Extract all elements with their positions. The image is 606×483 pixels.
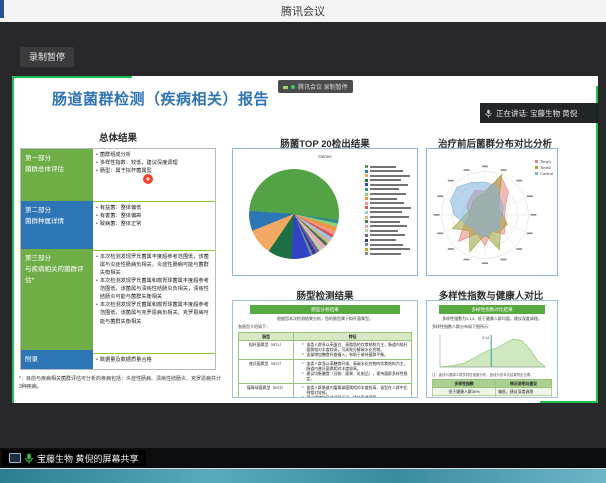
- pie-legend-item: [365, 248, 411, 251]
- toc-item: 第三部分与疾病相关的菌群评估*: [21, 249, 93, 350]
- window-titlebar: 腾讯会议: [0, 0, 606, 23]
- recording-paused-badge[interactable]: 录制暂停: [20, 47, 74, 67]
- bullet-group: 本次检测发现罗氏菌属丰度超参考范围低，该菌属与炎症性肠病负相关，炎症性肠病可能与…: [93, 251, 215, 354]
- pie-legend-item: [365, 165, 411, 168]
- bullet-group: 菌群组成分析多样性指数：较低，建议深度调理肠型：属于拟杆菌属型: [93, 149, 215, 202]
- diversity-col-index: 多样性指数: [433, 379, 496, 387]
- desktop-wallpaper-strip: [0, 468, 606, 483]
- pie-legend-item: [365, 234, 411, 237]
- pie-legend-item: [365, 211, 411, 214]
- screenshot-root: 腾讯会议 录制暂停 肠道菌群检测（疾病相关）报告 总体结果 第一部分菌群总体评估…: [0, 0, 606, 483]
- diversity-density-chart: 3.14: [432, 331, 552, 371]
- microphone-icon: [485, 109, 492, 118]
- screen-share-icon: [9, 453, 21, 463]
- speaking-indicator: 正在讲话: 宝藤生物 黄倪: [480, 103, 598, 123]
- overview-footnote: *：目前与疾病相关菌群评估可分析的疾病包括：炎症性肠病、溃疡性结肠炎、克罗恩病共…: [19, 376, 221, 391]
- radar-legend-item: Control: [535, 171, 553, 176]
- enterotype-subline: 各肠型介绍如下：: [238, 324, 412, 330]
- floating-mini-toolbar[interactable]: 腾讯会议 录制暂停: [278, 80, 353, 93]
- signal-icon: [283, 84, 288, 89]
- window-title: 腾讯会议: [0, 3, 606, 19]
- diversity-row: 低于健康人群30%偏低，建议深度调理: [433, 387, 552, 395]
- pie-legend-item: [365, 202, 411, 205]
- bullet-group: 有益菌：整体偏低有害菌：整体偏高致病菌：整体正常: [93, 202, 215, 251]
- enterotype-table: 肠型 特征 拟杆菌属型（BT1）该类人群多以高蛋白、高脂肪的饮食结构为主，肠道内…: [238, 332, 412, 398]
- overview-panel: 第一部分菌群总体评估第二部分菌群种属详情第三部分与疾病相关的菌群评估*附录 菌群…: [20, 148, 216, 370]
- share-border-top: [12, 76, 132, 78]
- enterotype-row: 普氏菌属型（BT2）该类人群多以高膳食纤维、高碳水化合物的饮食结构为主，肠道内普…: [239, 359, 412, 383]
- enterotype-row: 拟杆菌属型（BT1）该类人群多以高蛋白、高脂肪的饮食结构为主，肠道内拟杆菌属相对…: [239, 340, 412, 359]
- toc-item: 第二部分菌群种属详情: [21, 201, 93, 249]
- shared-slide: 肠道菌群检测（疾病相关）报告 总体结果 第一部分菌群总体评估第二部分菌群种属详情…: [12, 76, 598, 403]
- bullet-item: 有益菌：整体偏低: [96, 204, 212, 212]
- bullet-group: 数据量及数据质量合格: [93, 354, 215, 369]
- pie-legend-item: [365, 174, 411, 177]
- enterotype-row: 瘤胃球菌属型（BT3）该类人群肠道内瘤胃球菌属相对丰度较高，该型在人群中比例相对…: [239, 383, 412, 398]
- overview-heading: 总体结果: [20, 130, 216, 144]
- pie-chart-box: Genus: [232, 148, 418, 276]
- speaking-label: 正在讲话: 宝藤生物 黄倪: [496, 108, 577, 119]
- diversity-row: 处于健康人群30%-70%基本适中范围: [433, 396, 552, 398]
- enterotype-box: 肠型分析结果 根据您本次检测结果分析，您的肠型属于拟杆菌属型。 各肠型介绍如下：…: [232, 300, 418, 398]
- pie-legend-item: [365, 229, 411, 232]
- bullet-item: 致病菌：整体正常: [96, 220, 212, 228]
- microphone-active-icon: [25, 453, 33, 464]
- bullet-item: 有害菌：整体偏高: [96, 212, 212, 220]
- radar-legend-item: Time2: [535, 165, 553, 170]
- pie-legend-item: [365, 252, 411, 255]
- radar-legend-item: Time1: [535, 159, 553, 164]
- diversity-col-advice: 情况说明与建议: [496, 379, 552, 387]
- bullet-item: 本次检测发现罗氏菌属和瘤胃球菌属丰度超参考范围低，该菌属与克罗恩病负相关，克罗恩…: [96, 301, 212, 325]
- enterotype-intro: 根据您本次检测结果分析，您的肠型属于拟杆菌属型。: [239, 316, 411, 322]
- radar-legend: Time1Time2Control: [535, 159, 553, 176]
- share-status-bar: 宝藤生物 黄倪的屏幕共享: [0, 448, 606, 468]
- pie-legend-item: [365, 220, 411, 223]
- toc-column: 第一部分菌群总体评估第二部分菌群种属详情第三部分与疾病相关的菌群评估*附录: [21, 149, 93, 369]
- mini-toolbar-label: 腾讯会议 录制暂停: [298, 82, 348, 91]
- enterotype-col-features: 特征: [294, 332, 412, 340]
- pie-legend-item: [365, 206, 411, 209]
- enterotype-col-type: 肠型: [239, 332, 294, 340]
- enterotype-header-bar: 肠型分析结果: [250, 305, 401, 314]
- pie-legend-item: [365, 183, 411, 186]
- pie-legend-item: [365, 239, 411, 242]
- radar-chart-box: Time1Time2Control: [426, 148, 558, 276]
- share-border-right: [596, 86, 598, 403]
- overview-bullets: 菌群组成分析多样性指数：较低，建议深度调理肠型：属于拟杆菌属型有益菌：整体偏低有…: [93, 149, 215, 369]
- pie-chart: [249, 169, 339, 259]
- bullet-item: 数据量及数据质量合格: [96, 356, 212, 364]
- bullet-item: 本次检测发现罗氏菌属丰度超参考范围低，该菌属与炎症性肠病负相关，炎症性肠病可能与…: [96, 253, 212, 277]
- bullet-item: 本次检测发现罗氏菌属和瘤胃球菌属丰度超参考范围低，该菌属与溃疡性结肠炎负相关，溃…: [96, 277, 212, 301]
- diversity-header-bar: 多样性指数对比结果: [439, 305, 546, 314]
- share-status-pill: 宝藤生物 黄倪的屏幕共享: [2, 450, 146, 466]
- pie-legend-item: [365, 179, 411, 182]
- toc-item: 附录: [21, 350, 93, 369]
- pie-legend-item: [365, 170, 411, 173]
- slide-title: 肠道菌群检测（疾病相关）报告: [52, 88, 269, 109]
- diversity-subline: 多样性指数人群分布如下图所示：: [432, 324, 552, 330]
- share-status-text: 宝藤生物 黄倪的屏幕共享: [37, 452, 139, 465]
- meeting-window: 录制暂停 肠道菌群检测（疾病相关）报告 总体结果 第一部分菌群总体评估第二部分菌…: [0, 22, 606, 448]
- share-border-bottom: [540, 401, 598, 403]
- diversity-box: 多样性指数对比结果 多样性指数为3.14，低于健康人群均值，建议深度调理。 多样…: [426, 300, 558, 398]
- diversity-intro: 多样性指数为3.14，低于健康人群均值，建议深度调理。: [433, 316, 551, 322]
- svg-text:3.14: 3.14: [482, 336, 489, 340]
- recording-status-dot: [291, 85, 295, 89]
- pie-chart-title: Genus: [233, 154, 417, 159]
- pie-legend-item: [365, 225, 411, 228]
- pie-legend-item: [365, 193, 411, 196]
- diversity-table: 多样性指数 情况说明与建议 低于健康人群30%偏低，建议深度调理处于健康人群30…: [432, 379, 552, 398]
- share-border-left: [12, 76, 14, 403]
- pie-legend-item: [365, 216, 411, 219]
- laser-pointer-dot: [143, 174, 153, 184]
- bullet-item: 多样性指数：较低，建议深度调理: [96, 159, 212, 167]
- bullet-item: 菌群组成分析: [96, 151, 212, 159]
- pie-legend-item: [365, 197, 411, 200]
- bullet-item: 肠型：属于拟杆菌属型: [96, 167, 212, 175]
- pie-legend-item: [365, 243, 411, 246]
- diversity-note: 注：曲线为健康人群多样性指数分布，竖线为您本次结果所处位置。: [432, 372, 552, 377]
- toc-item: 第一部分菌群总体评估: [21, 149, 93, 201]
- pie-legend: [365, 165, 411, 255]
- pie-legend-item: [365, 188, 411, 191]
